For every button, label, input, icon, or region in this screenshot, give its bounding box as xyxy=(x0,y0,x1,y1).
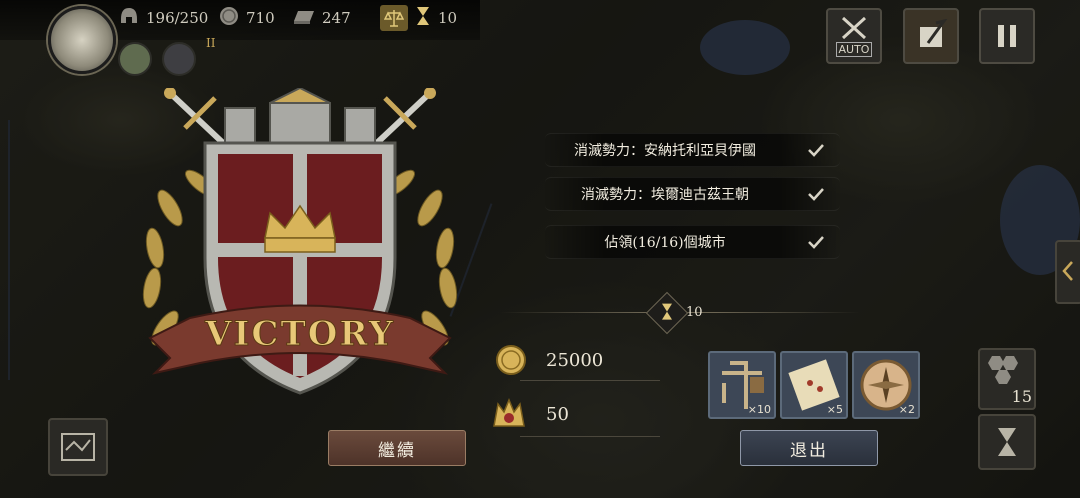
quill-scroll-icon xyxy=(920,19,948,47)
objective-row: 消滅勢力：安納托利亞貝伊國 xyxy=(545,133,840,167)
chevron-left-icon xyxy=(1062,261,1073,281)
reward-item-scroll-map[interactable]: ×5 xyxy=(780,351,848,419)
checkmark-icon xyxy=(808,144,824,157)
gold-coin-icon xyxy=(496,345,526,375)
rank-badge: II xyxy=(206,36,216,50)
checkmark-icon xyxy=(808,188,824,201)
hourglass-icon xyxy=(662,303,672,320)
turns-value: 10 xyxy=(438,9,458,27)
item-quantity: ×5 xyxy=(826,403,843,416)
scales-icon[interactable] xyxy=(380,5,408,31)
helmet-icon xyxy=(118,5,140,31)
units-button[interactable]: 15 xyxy=(978,348,1036,410)
turns-stat: 10 xyxy=(380,5,458,31)
divider xyxy=(520,436,660,437)
commander-avatar[interactable] xyxy=(48,6,116,74)
ability-raven-icon[interactable] xyxy=(162,42,196,76)
iron-ingot-icon xyxy=(292,5,316,31)
iron-stat: 247 xyxy=(292,6,351,30)
expand-panel-button[interactable] xyxy=(1055,240,1080,304)
pause-icon xyxy=(998,25,1016,47)
hourglass-icon xyxy=(414,5,432,31)
reward-item-compass[interactable]: ×2 xyxy=(852,351,920,419)
victory-emblem: VICTORY xyxy=(142,88,458,395)
crown-medal-icon xyxy=(493,398,525,427)
gold-value: 710 xyxy=(246,9,275,27)
end-turn-button[interactable] xyxy=(978,414,1036,470)
map-scroll-button[interactable] xyxy=(48,418,108,476)
gold-stat: 710 xyxy=(218,6,275,30)
scroll-map-icon xyxy=(61,433,95,461)
crossed-swords-icon xyxy=(841,16,867,39)
gold-reward-value: 25000 xyxy=(546,350,604,371)
ability-leaf-icon[interactable] xyxy=(118,42,152,76)
auto-label: AUTO xyxy=(835,41,873,57)
pause-button[interactable] xyxy=(979,8,1035,64)
medal-reward-value: 50 xyxy=(546,404,569,425)
item-quantity: ×2 xyxy=(898,403,915,416)
checkmark-icon xyxy=(808,236,824,249)
hex-grid-icon xyxy=(988,356,1018,384)
objective-text: 消滅勢力：安納托利亞貝伊國 xyxy=(574,143,756,159)
objective-row: 消滅勢力：埃爾迪古茲王朝 xyxy=(545,177,840,211)
divider xyxy=(520,380,660,381)
iron-value: 247 xyxy=(322,9,351,27)
soldiers-value: 196/250 xyxy=(146,9,209,27)
item-quantity: ×10 xyxy=(747,403,771,416)
auto-battle-button[interactable]: AUTO xyxy=(826,8,882,64)
objective-text: 消滅勢力：埃爾迪古茲王朝 xyxy=(581,187,749,203)
continue-button[interactable]: 繼續 xyxy=(328,430,466,466)
reward-item-siege-tower[interactable]: ×10 xyxy=(708,351,776,419)
objective-row: 佔領(16/16)個城市 xyxy=(545,225,840,259)
soldiers-stat: 196/250 xyxy=(118,6,208,30)
objective-text: 佔領(16/16)個城市 xyxy=(604,235,726,251)
chronicle-button[interactable] xyxy=(903,8,959,64)
unit-count: 15 xyxy=(1011,387,1032,406)
exit-button[interactable]: 退出 xyxy=(740,430,878,466)
hourglass-icon xyxy=(998,428,1016,456)
victory-banner-text: VICTORY xyxy=(204,314,395,354)
coin-icon xyxy=(218,5,240,31)
turns-used-value: 10 xyxy=(686,305,703,320)
